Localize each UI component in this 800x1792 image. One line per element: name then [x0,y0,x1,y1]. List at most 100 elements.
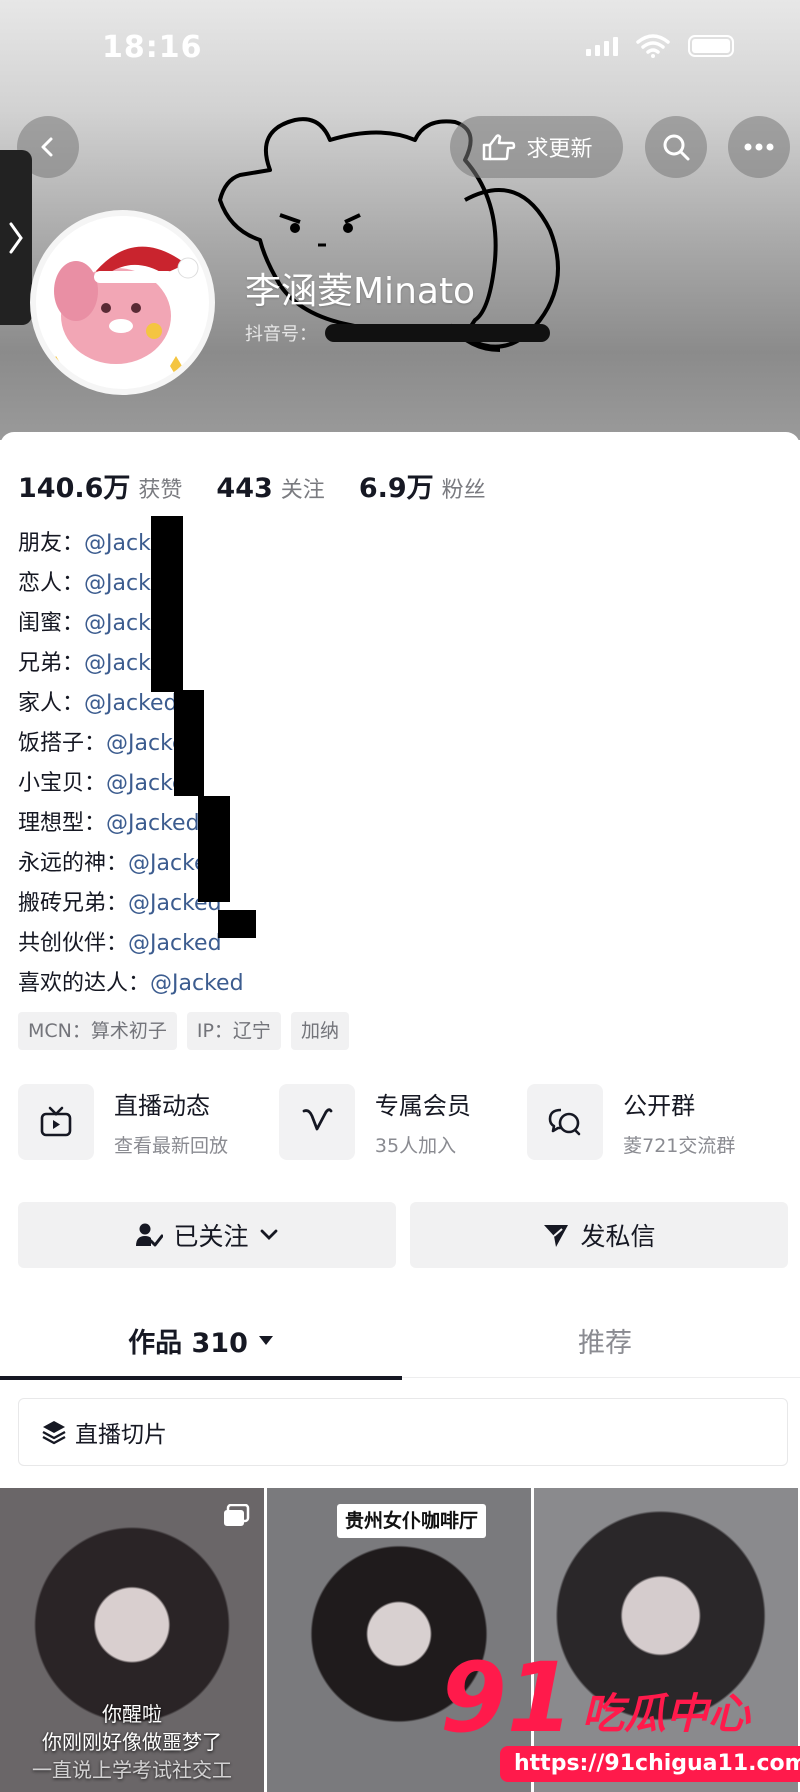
feature-subtitle: 35人加入 [374,1135,457,1157]
avatar[interactable] [30,210,215,395]
tv-icon [18,1084,94,1160]
thumbnail-caption: 你刚刚好像做噩梦了 [42,1730,222,1754]
feature-title: 公开群 [623,1092,696,1120]
side-drawer-handle[interactable] [0,150,32,325]
search-icon [663,134,690,161]
douyin-id-label: 抖音号： [245,324,317,345]
bio-label: 闺蜜： [18,611,85,636]
feature-membership[interactable]: 专属会员 35人加入 [278,1084,527,1160]
send-message-button[interactable]: 发私信 [410,1202,788,1268]
avatar-image [36,216,208,388]
wifi-icon [636,34,670,58]
redaction-bar [174,690,204,796]
send-message-label: 发私信 [580,1222,656,1251]
bio-mention[interactable]: @Jacked [128,924,222,964]
bio-line: 恋人： @Jacked [18,564,718,604]
bio-label: 恋人： [18,571,85,596]
bio-label: 小宝贝： [18,771,107,796]
stats-row: 140.6万 获赞 443 关注 6.9万 粉丝 [18,466,520,505]
stat-value: 443 [216,473,273,504]
douyin-id: 抖音号： [245,320,550,346]
stat-label: 关注 [280,478,325,503]
bio-label: 共创伙伴： [18,931,129,956]
watermark-url: https://91chigua11.com [500,1746,800,1782]
tab-recommend[interactable]: 推荐 [410,1302,800,1378]
chat-bubbles-icon [527,1084,604,1160]
chevron-down-icon [260,1229,277,1240]
stat-followers[interactable]: 6.9万 粉丝 [359,466,486,505]
stat-label: 粉丝 [441,478,486,503]
bio-line: 小宝贝： @Jacked [18,764,718,804]
bio-line: 喜欢的达人： @Jacked [18,964,718,1004]
bio-label: 兄弟： [18,651,85,676]
live-clips-label: 直播切片 [75,1422,167,1448]
followed-label: 已关注 [173,1222,249,1251]
request-update-button[interactable]: 求更新 [450,116,623,178]
caret-down-icon [258,1336,273,1345]
feature-row: 直播动态 查看最新回放 专属会员 35人加入 公开群 菱721交流群 [18,1084,788,1160]
tab-works[interactable]: 作品 310 [0,1302,402,1378]
user-check-icon [136,1223,164,1247]
pointing-hand-icon [483,134,516,161]
more-button[interactable] [728,116,790,178]
tag-mcn[interactable]: MCN：算术初子 [18,1012,177,1050]
bio-line: 闺蜜： @Jacked [18,604,718,644]
bio-mention[interactable]: @Jacked [150,964,244,1004]
bio-label: 永远的神： [18,851,129,876]
battery-icon [688,35,734,57]
search-button[interactable] [645,116,707,178]
bio-label: 喜欢的达人： [18,971,151,996]
live-clips-button[interactable]: 直播切片 [18,1398,788,1466]
bio-line: 家人： @Jacked [18,684,718,724]
layers-icon [42,1421,66,1445]
tag-extra: 加纳 [290,1012,349,1050]
thumbnail-caption: 你醒啦 [102,1702,162,1726]
bio-label: 饭搭子： [18,731,107,756]
status-icons [586,34,734,58]
feature-live-updates[interactable]: 直播动态 查看最新回放 [18,1084,279,1160]
chevron-right-icon [9,222,23,253]
multi-image-icon [224,1504,250,1526]
watermark-number: 91 [440,1642,574,1754]
stat-likes[interactable]: 140.6万 获赞 [18,466,182,505]
tab-active-indicator [0,1376,402,1380]
bio-label: 搬砖兄弟： [18,891,129,916]
bio: 朋友： @Jacked 恋人： @Jacked 闺蜜： @Jacked 兄弟： @Jac… [18,516,718,1004]
stat-value: 6.9万 [358,473,434,504]
bio-line: 共创伙伴： @Jacked [18,924,718,964]
bio-line: 兄弟： @Jacked [18,644,718,684]
bio-line: 永远的神： @Jacked [18,844,718,884]
redaction-bar [151,516,183,692]
stat-value: 140.6万 [18,473,131,504]
stat-label: 获赞 [138,478,183,503]
send-icon [544,1225,569,1247]
chevron-left-icon [41,137,53,157]
thumbnail-sign: 贵州女仆咖啡厅 [337,1504,487,1538]
status-time: 18:16 [102,30,203,65]
redaction-bar [198,796,230,902]
feature-subtitle: 菱721交流群 [623,1135,736,1157]
action-row: 已关注 发私信 [18,1202,788,1268]
stat-following[interactable]: 443 关注 [216,472,324,504]
thumbnail-caption: 一直说上学考试社交工 [32,1758,232,1782]
nickname: 李涵菱Minato [245,271,476,312]
watermark-name: 吃瓜中心 [582,1689,751,1738]
feature-title: 专属会员 [374,1092,471,1120]
bio-line: 朋友： @Jacked [18,524,718,564]
bio-label: 理想型： [18,811,107,836]
bio-line: 理想型： @Jacked [18,804,718,844]
more-dots-icon [744,143,774,151]
feature-public-group[interactable]: 公开群 菱721交流群 [527,1084,788,1160]
tab-works-label: 作品 310 [128,1327,248,1359]
watermark: 91 吃瓜中心 https://91chigua11.com [440,1650,800,1792]
redaction-scribble [325,324,550,342]
profile-header: 18:16 求更新 李涵菱Minato 抖音号： [0,0,800,440]
profile-card: 140.6万 获赞 443 关注 6.9万 粉丝 朋友： @Jacked 恋人： @… [0,432,800,1792]
tag-ip: IP：辽宁 [186,1012,281,1050]
bio-mention[interactable]: @Jacked [106,804,200,844]
followed-button[interactable]: 已关注 [18,1202,396,1268]
content-tabs: 作品 310 推荐 [0,1302,800,1380]
video-thumbnail[interactable]: 你醒啦 你刚刚好像做噩梦了 一直说上学考试社交工 [0,1488,264,1792]
tag-row: MCN：算术初子 IP：辽宁 加纳 [18,1012,349,1050]
signal-icon [586,36,618,56]
